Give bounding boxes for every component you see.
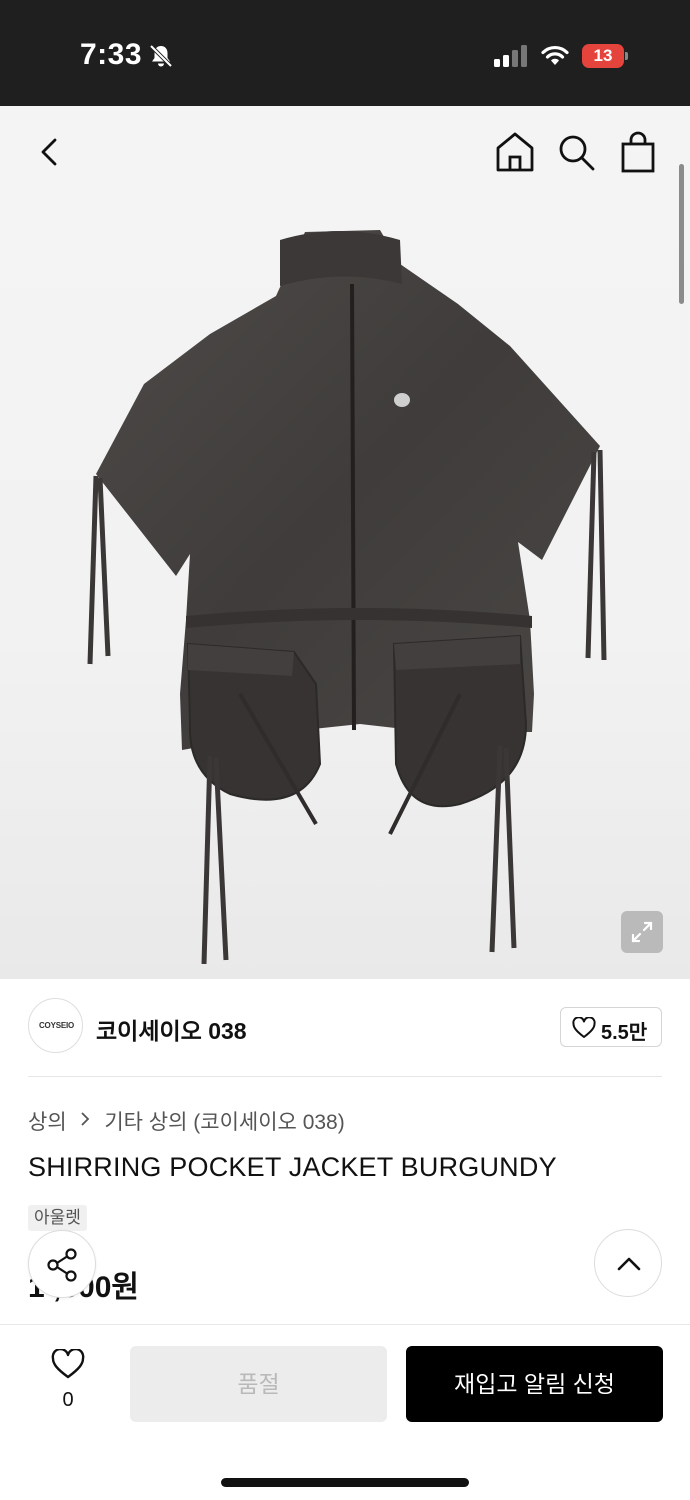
- outlet-badge: 아울렛: [28, 1205, 87, 1231]
- soldout-button: 품절: [130, 1346, 387, 1422]
- breadcrumb: 상의 기타 상의 (코이세이오 038): [28, 1106, 345, 1136]
- brand-logo[interactable]: COYSEIO: [28, 998, 83, 1053]
- product-jacket-image: [87, 230, 607, 964]
- shopping-bag-icon[interactable]: [618, 130, 658, 174]
- product-title: SHIRRING POCKET JACKET BURGUNDY: [28, 1152, 557, 1182]
- breadcrumb-category[interactable]: 상의: [28, 1111, 67, 1134]
- signal-icon: [494, 45, 530, 72]
- search-icon[interactable]: [556, 132, 596, 172]
- status-time: 7:33: [80, 38, 143, 71]
- heart-icon: [572, 1016, 596, 1044]
- brand-like-count: 5.5만: [601, 1022, 648, 1044]
- status-bar: 7:33 13: [0, 0, 690, 106]
- scroll-indicator: [679, 164, 684, 304]
- share-icon: [47, 1248, 77, 1282]
- product-image-gallery[interactable]: [0, 106, 690, 979]
- brand-like-button[interactable]: 5.5만: [560, 1007, 662, 1047]
- battery-level: 13: [593, 46, 613, 65]
- home-indicator[interactable]: [221, 1478, 469, 1487]
- divider: [28, 1076, 662, 1077]
- expand-icon[interactable]: [621, 911, 663, 953]
- bell-slash-icon: [148, 43, 174, 74]
- battery-icon: 13: [582, 44, 628, 68]
- wifi-icon: [540, 43, 570, 72]
- chevron-right-icon: [80, 1109, 90, 1133]
- brand-logo-text: COYSEIO: [38, 1021, 75, 1030]
- home-icon[interactable]: [494, 130, 536, 174]
- bottom-action-bar: 0 품절 재입고 알림 신청: [0, 1324, 690, 1500]
- wish-button[interactable]: 0: [40, 1349, 96, 1419]
- brand-row[interactable]: COYSEIO 코이세이오 038 5.5만: [28, 998, 662, 1056]
- scroll-to-top-button[interactable]: [594, 1229, 662, 1297]
- chevron-up-icon: [617, 1257, 641, 1271]
- share-button[interactable]: [28, 1230, 96, 1298]
- top-navigation: [0, 106, 690, 196]
- brand-name[interactable]: 코이세이오 038: [96, 1012, 247, 1046]
- wish-count: 0: [62, 1389, 74, 1411]
- back-chevron-icon[interactable]: [30, 132, 70, 172]
- restock-alert-button[interactable]: 재입고 알림 신청: [406, 1346, 663, 1422]
- breadcrumb-subcategory[interactable]: 기타 상의 (코이세이오 038): [104, 1111, 344, 1134]
- heart-icon: [51, 1349, 85, 1379]
